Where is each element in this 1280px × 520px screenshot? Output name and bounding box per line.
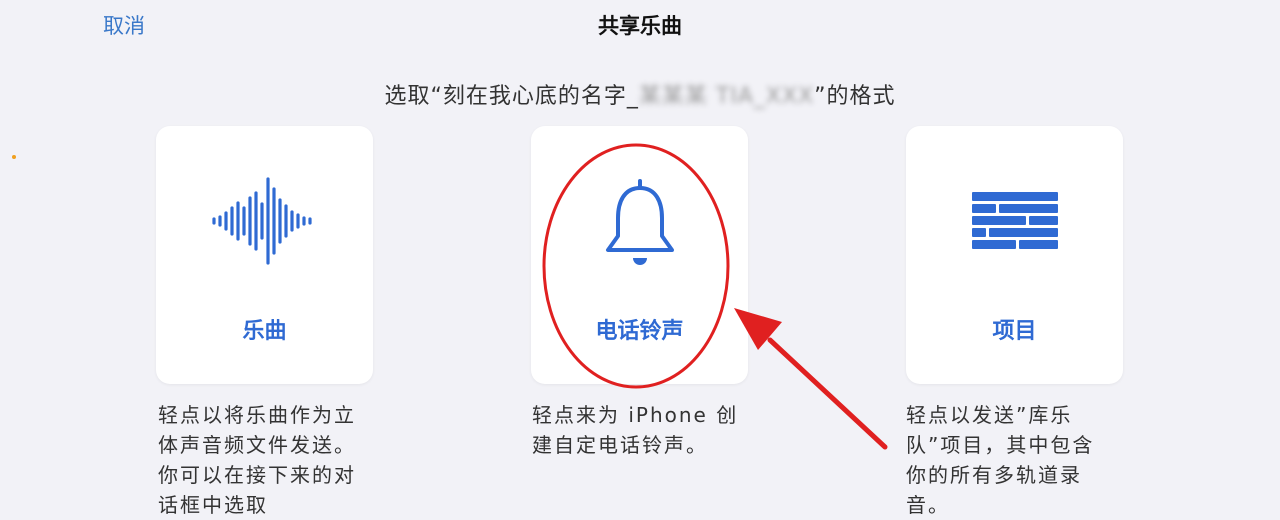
format-prompt-suffix: ”的格式	[814, 84, 896, 109]
option-description-song: 轻点以将乐曲作为立体声音频文件发送。你可以在接下来的对话框中选取	[158, 403, 356, 517]
option-card-song[interactable]: 乐曲	[156, 126, 373, 384]
page-title: 共享乐曲	[598, 14, 682, 38]
option-label-ringtone: 电话铃声	[595, 319, 684, 344]
option-description-project: 轻点以发送”库乐队”项目，其中包含你的所有多轨道录音。	[906, 403, 1095, 517]
tracks-icon	[970, 192, 1060, 256]
format-prompt: 选取“刻在我心底的名字_某某某 TIA_XXX”的格式	[0, 78, 1280, 110]
option-label-project: 项目	[992, 319, 1037, 344]
highlight-arrow	[734, 308, 888, 450]
waveform-icon	[210, 176, 320, 270]
bell-icon	[600, 178, 680, 272]
option-description-ringtone: 轻点来为 iPhone 创建自定电话铃声。	[532, 403, 739, 457]
option-card-ringtone[interactable]: 电话铃声	[531, 126, 748, 384]
option-label-song: 乐曲	[242, 319, 287, 344]
format-prompt-prefix: 选取“刻在我心底的名字_	[384, 84, 639, 109]
blurred-song-name: 某某某 TIA_XXX	[638, 84, 815, 109]
decorative-dot	[12, 155, 16, 159]
option-card-project[interactable]: 项目	[906, 126, 1123, 384]
